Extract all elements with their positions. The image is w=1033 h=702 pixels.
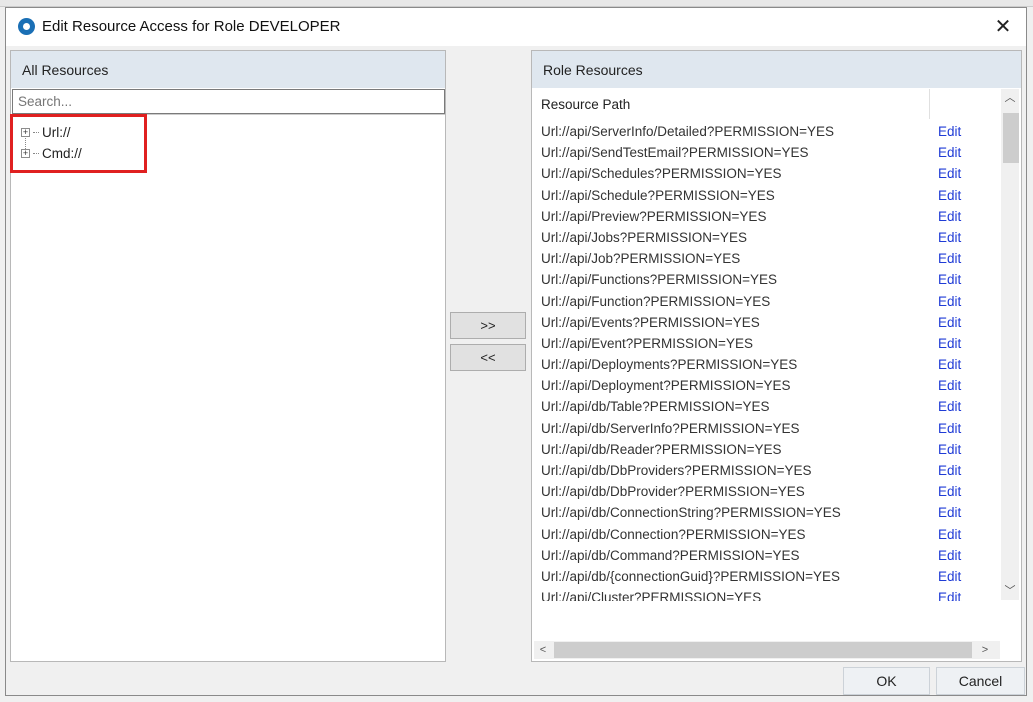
- edit-link[interactable]: Edit: [938, 248, 961, 269]
- ok-button[interactable]: OK: [843, 667, 930, 695]
- edit-link[interactable]: Edit: [938, 566, 961, 587]
- resource-path: Url://api/db/Command?PERMISSION=YES: [541, 547, 800, 563]
- table-row: Url://api/db/ServerInfo?PERMISSION=YES Ed…: [532, 418, 998, 439]
- edit-link[interactable]: Edit: [938, 502, 961, 523]
- edit-link[interactable]: Edit: [938, 206, 961, 227]
- resource-path: Url://api/SendTestEmail?PERMISSION=YES: [541, 145, 809, 161]
- edit-link[interactable]: Edit: [938, 460, 961, 481]
- horizontal-scrollbar[interactable]: < >: [534, 641, 1000, 659]
- edit-link[interactable]: Edit: [938, 333, 961, 354]
- vertical-scroll-thumb[interactable]: [1003, 113, 1019, 163]
- column-header-resource-path[interactable]: Resource Path: [532, 89, 930, 119]
- edit-link[interactable]: Edit: [938, 142, 961, 163]
- highlight-box: [10, 114, 147, 173]
- edit-link[interactable]: Edit: [938, 524, 961, 545]
- cancel-button[interactable]: Cancel: [936, 667, 1025, 695]
- scroll-left-icon[interactable]: <: [534, 641, 552, 659]
- table-row: Url://api/db/Command?PERMISSION=YES Edit: [532, 545, 998, 566]
- edit-link[interactable]: Edit: [938, 375, 961, 396]
- table-row: Url://api/db/{connectionGuid}?PERMISSION…: [532, 566, 998, 587]
- edit-link[interactable]: Edit: [938, 545, 961, 566]
- edit-link[interactable]: Edit: [938, 396, 961, 417]
- edit-link[interactable]: Edit: [938, 291, 961, 312]
- table-row: Url://api/Deployment?PERMISSION=YES Edit: [532, 375, 998, 396]
- edit-link[interactable]: Edit: [938, 439, 961, 460]
- resource-path: Url://api/ServerInfo/Detailed?PERMISSION…: [541, 124, 834, 139]
- table-row: Url://api/Functions?PERMISSION=YES Edit: [532, 269, 998, 290]
- resource-path: Url://api/db/Table?PERMISSION=YES: [541, 399, 770, 415]
- resource-path: Url://api/db/ServerInfo?PERMISSION=YES: [541, 420, 800, 436]
- resource-path: Url://api/Schedules?PERMISSION=YES: [541, 166, 782, 182]
- table-row: Url://api/db/Connection?PERMISSION=YES Ed…: [532, 524, 998, 545]
- table-row: Url://api/Schedules?PERMISSION=YES Edit: [532, 163, 998, 184]
- resource-path: Url://api/Schedule?PERMISSION=YES: [541, 187, 775, 203]
- table-row: Url://api/SendTestEmail?PERMISSION=YES Ed…: [532, 142, 998, 163]
- edit-link[interactable]: Edit: [938, 418, 961, 439]
- scroll-right-icon[interactable]: >: [976, 641, 994, 659]
- table-row: Url://api/db/DbProviders?PERMISSION=YES E…: [532, 460, 998, 481]
- resource-path: Url://api/Deployment?PERMISSION=YES: [541, 378, 791, 394]
- all-resources-header: All Resources: [11, 51, 445, 88]
- table-row: Url://api/Function?PERMISSION=YES Edit: [532, 291, 998, 312]
- role-resources-panel: Role Resources Resource Path Url://api/S…: [531, 50, 1022, 662]
- table-row: Url://api/ServerInfo/Detailed?PERMISSION…: [532, 121, 998, 142]
- search-input[interactable]: [12, 89, 445, 114]
- table-row: Url://api/Preview?PERMISSION=YES Edit: [532, 206, 998, 227]
- resource-path: Url://api/Jobs?PERMISSION=YES: [541, 229, 747, 245]
- table-row: Url://api/db/DbProvider?PERMISSION=YES Ed…: [532, 481, 998, 502]
- resource-path: Url://api/Function?PERMISSION=YES: [541, 293, 771, 309]
- table-row: Url://api/Schedule?PERMISSION=YES Edit: [532, 185, 998, 206]
- close-icon[interactable]: ✕: [990, 14, 1016, 40]
- scroll-up-icon[interactable]: ︿: [1001, 89, 1019, 107]
- edit-link[interactable]: Edit: [938, 587, 961, 601]
- resource-path: Url://api/db/{connectionGuid}?PERMISSION…: [541, 568, 841, 584]
- table-row: Url://api/db/Reader?PERMISSION=YES Edit: [532, 439, 998, 460]
- edit-link[interactable]: Edit: [938, 163, 961, 184]
- edit-link[interactable]: Edit: [938, 185, 961, 206]
- resource-path: Url://api/db/DbProviders?PERMISSION=YES: [541, 463, 812, 478]
- resource-path: Url://api/Deployments?PERMISSION=YES: [541, 357, 798, 373]
- role-resources-header: Role Resources: [532, 51, 1021, 88]
- vertical-scrollbar[interactable]: ︿ ﹀: [1001, 89, 1019, 600]
- table-row: Url://api/Cluster?PERMISSION=YES Edit: [532, 587, 998, 601]
- table-row: Url://api/Jobs?PERMISSION=YES Edit: [532, 227, 998, 248]
- table-row: Url://api/Job?PERMISSION=YES Edit: [532, 248, 998, 269]
- table-row: Url://api/db/ConnectionString?PERMISSION…: [532, 502, 998, 523]
- table-row: Url://api/Event?PERMISSION=YES Edit: [532, 333, 998, 354]
- edit-link[interactable]: Edit: [938, 227, 961, 248]
- resource-path: Url://api/Preview?PERMISSION=YES: [541, 208, 767, 224]
- resource-path: Url://api/Events?PERMISSION=YES: [541, 314, 760, 330]
- resource-path: Url://api/db/ConnectionString?PERMISSION…: [541, 505, 841, 521]
- edit-link[interactable]: Edit: [938, 269, 961, 290]
- resource-path: Url://api/Functions?PERMISSION=YES: [541, 272, 777, 288]
- resource-path: Url://api/Job?PERMISSION=YES: [541, 251, 741, 267]
- resource-path: Url://api/db/Connection?PERMISSION=YES: [541, 526, 806, 542]
- table-row: Url://api/db/Table?PERMISSION=YES Edit: [532, 396, 998, 417]
- background-window-edge: [0, 0, 1033, 7]
- edit-link[interactable]: Edit: [938, 312, 961, 333]
- resource-path: Url://api/Cluster?PERMISSION=YES: [541, 590, 762, 601]
- dialog-title: Edit Resource Access for Role DEVELOPER: [42, 18, 341, 35]
- table-row: Url://api/Events?PERMISSION=YES Edit: [532, 312, 998, 333]
- resource-tree: + Url:// + Cmd://: [11, 114, 445, 661]
- app-logo-icon: [18, 18, 35, 35]
- resource-path: Url://api/Event?PERMISSION=YES: [541, 335, 753, 351]
- edit-link[interactable]: Edit: [938, 121, 961, 142]
- add-resource-button[interactable]: >>: [450, 312, 526, 339]
- remove-resource-button[interactable]: <<: [450, 344, 526, 371]
- role-resources-list: Url://api/ServerInfo/Detailed?PERMISSION…: [532, 121, 998, 601]
- title-bar: Edit Resource Access for Role DEVELOPER …: [6, 8, 1026, 46]
- edit-link[interactable]: Edit: [938, 481, 961, 502]
- resource-path: Url://api/db/Reader?PERMISSION=YES: [541, 441, 782, 457]
- horizontal-scroll-thumb[interactable]: [554, 642, 972, 658]
- resource-path: Url://api/db/DbProvider?PERMISSION=YES: [541, 484, 805, 500]
- edit-link[interactable]: Edit: [938, 354, 961, 375]
- table-row: Url://api/Deployments?PERMISSION=YES Edit: [532, 354, 998, 375]
- scroll-down-icon[interactable]: ﹀: [1001, 582, 1019, 600]
